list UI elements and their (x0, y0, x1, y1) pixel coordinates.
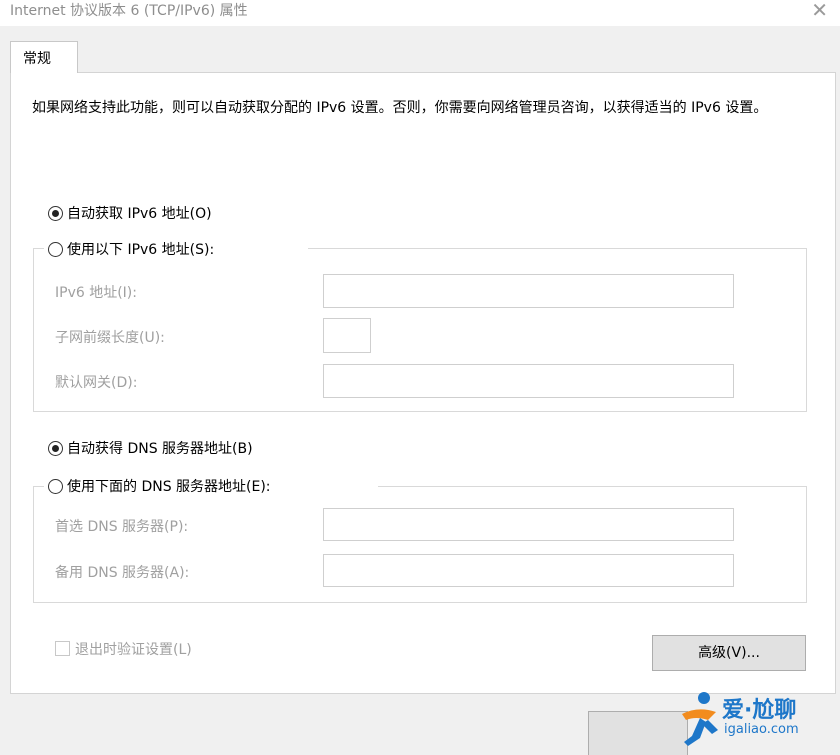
close-icon[interactable]: ✕ (811, 0, 828, 22)
manual-ipv6-label[interactable]: 使用以下 IPv6 地址(S): (67, 239, 214, 259)
ipv6-address-label: IPv6 地址(I): (55, 285, 137, 301)
ok-button[interactable] (588, 711, 688, 755)
advanced-button[interactable]: 高级(V)... (652, 635, 806, 671)
manual-dns-radio[interactable] (48, 479, 63, 494)
ipv6-address-field[interactable] (323, 274, 734, 308)
preferred-dns-field[interactable] (323, 508, 734, 541)
alternate-dns-field[interactable] (323, 554, 734, 587)
manual-ipv6-radio[interactable] (48, 242, 63, 257)
prefix-length-field[interactable] (323, 318, 371, 353)
prefix-length-label: 子网前缀长度(U): (55, 330, 165, 346)
auto-dns-radio[interactable] (48, 441, 63, 456)
alternate-dns-label: 备用 DNS 服务器(A): (55, 565, 190, 581)
validate-on-exit-label[interactable]: 退出时验证设置(L) (75, 639, 192, 659)
window-title: Internet 协议版本 6 (TCP/IPv6) 属性 (10, 3, 248, 19)
watermark-logo-icon (682, 692, 718, 746)
auto-dns-label[interactable]: 自动获得 DNS 服务器地址(B) (67, 438, 253, 458)
default-gateway-label: 默认网关(D): (55, 375, 138, 391)
watermark-url: igaliao.com (724, 722, 799, 737)
default-gateway-field[interactable] (323, 364, 734, 398)
watermark-brand: 爱·尬聊 (722, 698, 797, 723)
watermark: 爱·尬聊 igaliao.com (678, 688, 838, 750)
description-text: 如果网络支持此功能，则可以自动获取分配的 IPv6 设置。否则，你需要向网络管理… (32, 100, 768, 116)
title-bar: Internet 协议版本 6 (TCP/IPv6) 属性 ✕ (0, 0, 840, 26)
manual-dns-label[interactable]: 使用下面的 DNS 服务器地址(E): (67, 476, 271, 496)
auto-ipv6-label[interactable]: 自动获取 IPv6 地址(O) (67, 203, 212, 223)
tab-general[interactable]: 常规 (10, 41, 78, 73)
auto-ipv6-radio[interactable] (48, 206, 63, 221)
validate-on-exit-checkbox[interactable] (55, 641, 70, 656)
preferred-dns-label: 首选 DNS 服务器(P): (55, 519, 189, 535)
tab-general-label: 常规 (23, 51, 51, 67)
